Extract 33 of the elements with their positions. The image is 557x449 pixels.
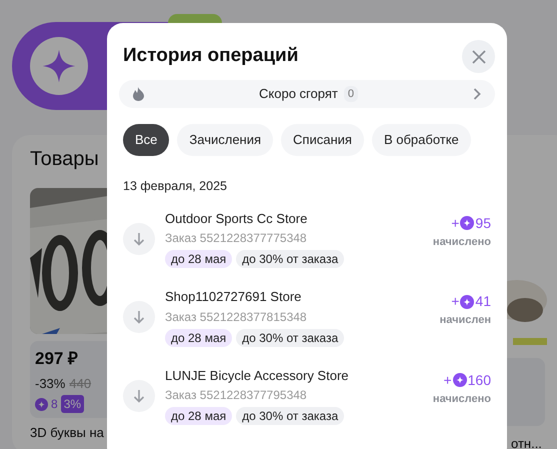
order-number: Заказ 5521228377815348 [165,308,308,326]
product-title: 3D буквы на [30,425,105,440]
price: 297 ₽ [35,348,80,370]
amount-value: 160 [468,370,491,390]
date-heading: 13 февраля, 2025 [122,178,228,195]
amount-value: 95 [475,214,491,233]
status-label: начислено [432,234,491,250]
old-price: 440 [69,374,92,392]
order-number: Заказ 5521228377795348 [165,387,308,404]
limit-tag: до 30% от заказа [236,407,344,426]
bonus-value: 8 [51,396,58,413]
discount: -33% [35,374,66,392]
order-number: Заказ 5521228377775348 [165,230,308,248]
store-name: LUNJE Bicycle Accessory Store [165,366,350,385]
bonus-percent: 3% [60,395,84,413]
burn-count: 0 [344,86,358,102]
amount-sign: + [451,292,460,312]
limit-tag: до 30% от заказа [236,328,344,347]
modal-title: История операций [123,44,298,68]
expiry-tag: до 28 мая [165,328,232,347]
expiry-tag: до 28 мая [165,250,232,268]
amount-sign: + [443,370,452,390]
limit-tag: до 30% от заказа [236,250,344,268]
section-title: Товары [30,147,99,171]
status-label: начислено [432,392,491,407]
status-label: начислен [440,313,491,328]
amount-sign: + [451,214,460,233]
product-title: отн... [510,435,543,449]
store-name: Outdoor Sports Cc Store [165,210,308,228]
burn-label: Скоро сгорят [259,85,338,104]
expiry-tag: до 28 мая [165,407,232,426]
amount-value: 41 [475,292,491,312]
store-name: Shop1102727691 Store [165,288,302,306]
